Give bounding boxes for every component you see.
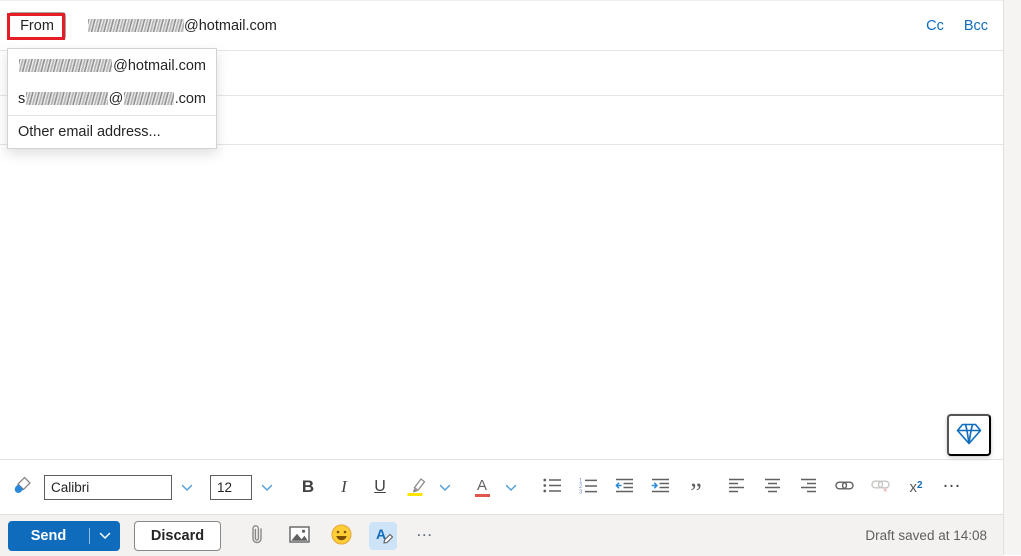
highlight-dropdown-button[interactable] xyxy=(431,470,459,504)
send-options-button[interactable] xyxy=(90,521,120,551)
compose-window: From @hotmail.com Cc Bcc Calibri 12 B I … xyxy=(0,0,1021,556)
from-address: @hotmail.com xyxy=(88,18,277,34)
link-icon xyxy=(834,479,854,495)
chevron-down-icon xyxy=(439,480,451,495)
bullet-list-icon xyxy=(543,478,561,496)
from-address-domain: @hotmail.com xyxy=(184,17,277,34)
bcc-link[interactable]: Bcc xyxy=(964,18,988,34)
from-option-hotmail[interactable]: @hotmail.com xyxy=(8,49,216,82)
chevron-down-icon xyxy=(99,528,111,543)
send-split-button: Send xyxy=(8,520,120,551)
more-icon: … xyxy=(415,520,435,540)
draft-status: Draft saved at 14:08 xyxy=(865,528,987,543)
emoji-icon xyxy=(331,524,352,548)
discard-label: Discard xyxy=(150,527,205,544)
indent-icon xyxy=(651,478,670,496)
highlighter-icon xyxy=(405,476,427,499)
align-right-icon xyxy=(800,478,817,496)
action-bar: Send Discard A … Draft saved at 14:08 xyxy=(0,514,1003,556)
font-color-icon: A xyxy=(474,478,490,497)
italic-icon: I xyxy=(341,477,347,496)
send-button[interactable]: Send xyxy=(8,521,89,551)
superscript-icon: x2 xyxy=(909,478,923,496)
more-icon: … xyxy=(942,471,962,492)
other-email-address-option[interactable]: Other email address... xyxy=(8,115,216,148)
chevron-down-icon xyxy=(261,480,273,495)
outdent-button[interactable] xyxy=(610,470,638,504)
underline-icon: U xyxy=(374,478,386,495)
font-color-dropdown-button[interactable] xyxy=(497,470,525,504)
font-size-input[interactable] xyxy=(210,474,252,500)
compose-pane: From @hotmail.com Cc Bcc Calibri 12 B I … xyxy=(0,0,1003,556)
from-address-dropdown: @hotmail.com s @ .com Other email address.… xyxy=(7,48,217,149)
align-left-icon xyxy=(728,478,745,496)
more-options-button[interactable]: … xyxy=(411,520,439,550)
email-lead: s xyxy=(18,90,26,107)
email-at: @ xyxy=(108,90,124,107)
quote-button[interactable]: ” xyxy=(682,470,710,506)
redacted-email-local-part xyxy=(88,19,184,32)
superscript-button[interactable]: x2 xyxy=(902,470,930,504)
font-name-input[interactable] xyxy=(44,474,172,500)
numbered-list-button[interactable]: 1 2 3 xyxy=(574,470,602,504)
paperclip-icon xyxy=(250,523,264,548)
send-label: Send xyxy=(30,527,67,544)
font-size-dropdown-button[interactable] xyxy=(253,470,281,504)
outdent-icon xyxy=(615,478,634,496)
unlink-icon: × xyxy=(870,478,890,496)
font-color-button[interactable]: A xyxy=(468,470,496,504)
bold-icon: B xyxy=(301,477,315,496)
format-painter-button[interactable] xyxy=(8,470,36,504)
align-center-icon xyxy=(764,478,781,496)
ink-editor-button[interactable]: A xyxy=(369,521,397,550)
chevron-down-icon xyxy=(181,480,193,495)
from-option-other-account[interactable]: s @ .com xyxy=(8,82,216,115)
format-painter-icon xyxy=(12,475,33,499)
insert-tools: A … xyxy=(243,520,439,550)
pencil-icon xyxy=(383,532,394,547)
align-center-button[interactable] xyxy=(758,470,786,504)
from-row: From @hotmail.com Cc Bcc xyxy=(0,1,1003,51)
diamond-icon xyxy=(956,423,982,448)
cc-link[interactable]: Cc xyxy=(926,18,944,34)
redacted-email-local-part xyxy=(19,59,113,72)
align-right-button[interactable] xyxy=(794,470,822,504)
image-icon xyxy=(288,525,310,546)
highlight-button[interactable] xyxy=(402,470,430,504)
align-left-button[interactable] xyxy=(722,470,750,504)
attach-file-button[interactable] xyxy=(243,522,271,550)
formatting-toolbar: B I U xyxy=(0,459,1003,514)
numbered-list-icon: 1 2 3 xyxy=(579,478,597,497)
cc-bcc-links: Cc Bcc xyxy=(926,18,988,34)
insert-link-button[interactable] xyxy=(830,470,858,504)
font-name-dropdown-button[interactable] xyxy=(173,470,201,504)
email-domain: @hotmail.com xyxy=(113,57,206,74)
right-gutter xyxy=(1003,0,1021,555)
from-button[interactable]: From xyxy=(7,11,66,40)
svg-text:3: 3 xyxy=(579,489,583,493)
insert-image-button[interactable] xyxy=(285,522,313,550)
more-formatting-button[interactable]: … xyxy=(938,470,966,504)
bullet-list-button[interactable] xyxy=(538,470,566,504)
italic-button[interactable]: I xyxy=(330,470,358,504)
from-button-label: From xyxy=(20,17,54,34)
redacted-email-local-part xyxy=(26,92,108,105)
indent-button[interactable] xyxy=(646,470,674,504)
bold-button[interactable]: B xyxy=(294,470,322,504)
svg-text:×: × xyxy=(883,486,887,494)
chevron-down-icon xyxy=(505,480,517,495)
underline-button[interactable]: U xyxy=(366,470,394,504)
emoji-button[interactable] xyxy=(327,522,355,550)
remove-link-button[interactable]: × xyxy=(866,470,894,504)
editor-diamond-button[interactable] xyxy=(947,414,991,456)
redacted-email-domain xyxy=(124,92,174,105)
other-email-label: Other email address... xyxy=(18,124,161,140)
email-tld: .com xyxy=(174,90,206,107)
message-body[interactable] xyxy=(0,145,1003,459)
discard-button[interactable]: Discard xyxy=(134,520,221,551)
